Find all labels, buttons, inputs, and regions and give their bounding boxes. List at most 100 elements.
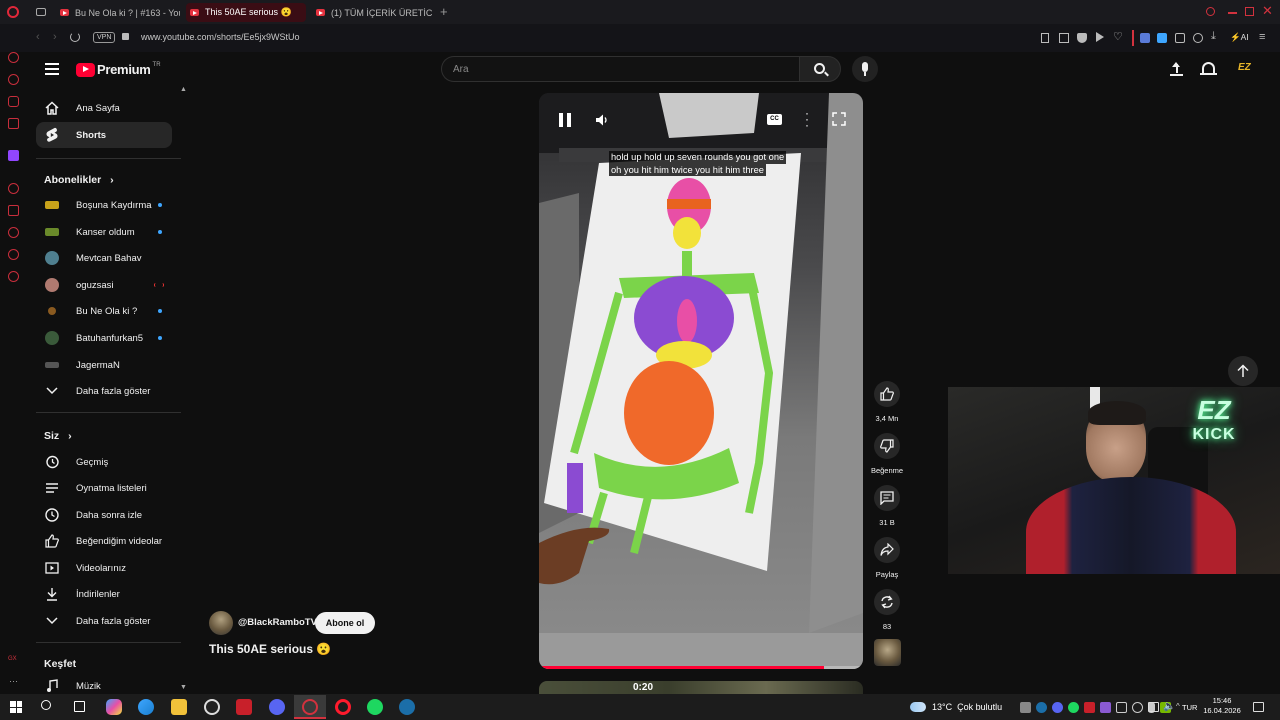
edge-icon[interactable]: [138, 699, 154, 715]
tray-bluetooth-icon[interactable]: [1100, 702, 1111, 713]
history-sidebar-icon[interactable]: [8, 52, 19, 63]
back-icon[interactable]: ‹: [36, 31, 40, 43]
search-button[interactable]: [799, 56, 841, 82]
taskbar-search-icon[interactable]: [41, 700, 51, 710]
snapshot-icon[interactable]: [1059, 33, 1069, 43]
obs-icon[interactable]: [204, 699, 220, 715]
extension-icon[interactable]: [1175, 33, 1185, 43]
tray-app-icon[interactable]: [1132, 702, 1143, 713]
next-short-preview[interactable]: 0:20: [539, 681, 863, 695]
tab-this-50ae-serious[interactable]: This 50AE serious 😮: [186, 3, 306, 22]
forward-icon[interactable]: ›: [53, 31, 57, 43]
tab-tum-icerik[interactable]: (1) TÜM İÇERİK ÜRETİCİLE: [312, 3, 432, 22]
tray-spotify-icon[interactable]: [1068, 702, 1079, 713]
youtube-logo[interactable]: Premium TR: [76, 62, 161, 77]
audio-extension-icon[interactable]: [1140, 33, 1150, 43]
sidebar-show-more-you[interactable]: Daha fazla göster: [36, 608, 172, 634]
network-icon[interactable]: [1148, 702, 1159, 712]
remix-button[interactable]: [874, 589, 900, 615]
history-icon[interactable]: [8, 227, 19, 238]
close-button[interactable]: ✕: [1262, 3, 1273, 19]
progress-track[interactable]: [539, 666, 863, 669]
tray-app-icon[interactable]: [1020, 702, 1031, 713]
more-options-icon[interactable]: · · ·: [805, 107, 809, 131]
search-tabs-icon[interactable]: [1206, 7, 1215, 16]
vpn-badge[interactable]: VPN: [93, 32, 116, 43]
opera-logo-icon[interactable]: [7, 6, 19, 18]
player-sidebar-icon[interactable]: [8, 183, 19, 194]
subscribe-button[interactable]: Abone ol: [315, 612, 375, 634]
comments-button[interactable]: [874, 485, 900, 511]
aria-icon[interactable]: [8, 74, 19, 85]
sidebar-show-more-subs[interactable]: Daha fazla göster: [36, 378, 172, 404]
sidebar-item-history[interactable]: Geçmiş: [36, 449, 172, 475]
easy-setup-icon[interactable]: ≡: [1259, 31, 1265, 43]
create-upload-icon[interactable]: [1170, 62, 1183, 76]
sound-thumbnail[interactable]: [874, 639, 901, 666]
you-heading[interactable]: Siz ›: [44, 430, 72, 442]
sidebar-item-playlists[interactable]: Oynatma listeleri: [36, 475, 172, 501]
sidebar-sub-item[interactable]: Boşuna Kaydırma: [36, 192, 172, 218]
guide-menu-button[interactable]: [45, 63, 59, 75]
bookmark-icon[interactable]: [1041, 33, 1049, 43]
discord-icon[interactable]: [269, 699, 285, 715]
sidebar-item-liked-videos[interactable]: Beğendiğim videolar: [36, 528, 172, 554]
opera-icon[interactable]: [335, 699, 351, 715]
previous-short-button[interactable]: [1228, 356, 1258, 386]
sidebar-collapse-chevron-icon[interactable]: ▲: [180, 86, 187, 93]
task-view-icon[interactable]: [74, 701, 85, 712]
tab-bu-ne-ola-ki[interactable]: Bu Ne Ola ki ? | #163 - You: [56, 3, 180, 22]
tray-steam-icon[interactable]: [1036, 702, 1047, 713]
mail-icon[interactable]: [8, 118, 19, 129]
notification-center-icon[interactable]: [1253, 702, 1264, 712]
weather-text[interactable]: 13°C Çok bulutlu: [932, 702, 1002, 712]
sidebar-item-downloads[interactable]: İndirilenler: [36, 581, 172, 607]
captions-button[interactable]: CC: [767, 114, 782, 125]
sidebar-scroll-chevron-icon[interactable]: ▼: [180, 684, 187, 691]
copilot-icon[interactable]: [106, 699, 122, 715]
start-button[interactable]: [10, 701, 22, 713]
heart-icon[interactable]: ♡: [1113, 30, 1123, 43]
weather-icon[interactable]: [910, 702, 926, 712]
tray-obs-icon[interactable]: [1084, 702, 1095, 713]
language-indicator[interactable]: TUR: [1182, 703, 1197, 712]
tray-discord-icon[interactable]: [1052, 702, 1063, 713]
dislike-button[interactable]: [874, 433, 900, 459]
share-button[interactable]: [874, 537, 900, 563]
extensions-sidebar-icon[interactable]: [8, 249, 19, 260]
subscriptions-heading[interactable]: Abonelikler ›: [44, 174, 114, 186]
short-video-player[interactable]: CC · · · hold up hold up seven rounds you …: [539, 93, 863, 669]
tray-app-icon[interactable]: [1116, 702, 1127, 713]
steam-icon[interactable]: [399, 699, 415, 715]
speaker-icon[interactable]: 🔈: [1163, 701, 1175, 712]
video-editor-icon[interactable]: [236, 699, 252, 715]
clock[interactable]: 15:46 16.04.2026: [1200, 696, 1244, 716]
like-button[interactable]: [874, 381, 900, 407]
file-explorer-icon[interactable]: [171, 699, 187, 715]
minimize-button[interactable]: [1228, 12, 1237, 14]
gx-icon[interactable]: GX: [8, 656, 17, 662]
translate-extension-icon[interactable]: [1157, 33, 1167, 43]
channel-name[interactable]: @BlackRamboTV: [238, 617, 317, 628]
voice-search-button[interactable]: [852, 56, 878, 82]
fullscreen-button[interactable]: [832, 112, 846, 126]
download-icon[interactable]: ⤓: [1211, 30, 1216, 43]
sidebar-sub-item[interactable]: oguzsasi: [36, 272, 172, 298]
puzzle-icon[interactable]: [1193, 33, 1203, 43]
shield-icon[interactable]: [1077, 33, 1087, 43]
volume-button[interactable]: [595, 113, 609, 127]
reload-icon[interactable]: [70, 32, 80, 42]
sidebar-item-shorts[interactable]: Shorts: [36, 122, 172, 148]
twitch-icon[interactable]: [8, 150, 19, 161]
settings-sidebar-icon[interactable]: [8, 271, 19, 282]
sidebar-sub-item[interactable]: Bu Ne Ola ki ?: [36, 298, 172, 324]
search-input[interactable]: Ara: [453, 64, 469, 75]
workspaces-icon[interactable]: [36, 8, 46, 16]
sidebar-item-your-videos[interactable]: Videolarınız: [36, 555, 172, 581]
bookmarks-sidebar-icon[interactable]: [8, 205, 19, 216]
sidebar-sub-item[interactable]: Mevtcan Bahav: [36, 245, 172, 271]
new-tab-button[interactable]: +: [440, 4, 448, 19]
profile-avatar[interactable]: EZ: [1238, 62, 1256, 76]
sidebar-item-home[interactable]: Ana Sayfa: [36, 95, 172, 121]
more-sidebar-icon[interactable]: ···: [9, 676, 18, 686]
